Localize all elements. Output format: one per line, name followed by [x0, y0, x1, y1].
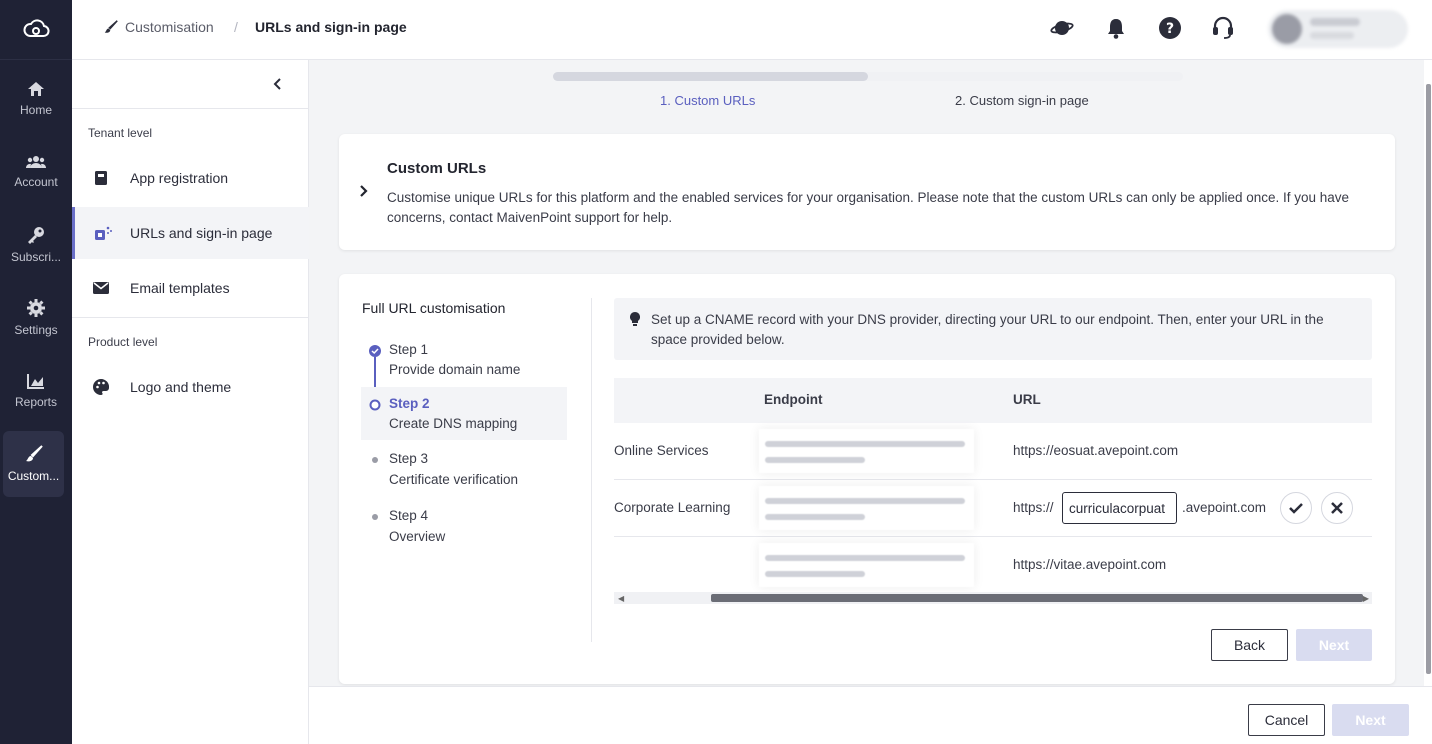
next-button[interactable]: Next: [1296, 629, 1372, 661]
sidenav-item-logo-theme[interactable]: Logo and theme: [72, 361, 309, 413]
scrollbar-thumb[interactable]: [1426, 84, 1431, 674]
url-prefix: https://: [1013, 500, 1054, 515]
help-button[interactable]: ?: [1156, 14, 1184, 42]
page-vertical-scrollbar[interactable]: [1424, 60, 1432, 686]
avatar: [1272, 14, 1302, 44]
app-logo[interactable]: [0, 0, 72, 60]
headset-icon: [1213, 16, 1233, 39]
column-url: URL: [1013, 392, 1041, 407]
cancel-button[interactable]: Cancel: [1248, 704, 1325, 736]
scrollbar-thumb[interactable]: [711, 594, 1363, 602]
current-step-icon: [369, 399, 381, 411]
rail-reports[interactable]: Reports: [0, 360, 72, 422]
wizard-progress-fill: [553, 72, 868, 81]
url-suffix: .avepoint.com: [1182, 500, 1267, 515]
home-icon: [28, 82, 44, 96]
custom-urls-intro-card: Custom URLs Customise unique URLs for th…: [339, 134, 1395, 250]
scroll-right-icon[interactable]: ▶: [1363, 594, 1369, 603]
book-icon: [95, 171, 107, 185]
key-icon: [28, 227, 44, 244]
column-endpoint: Endpoint: [764, 392, 823, 407]
tenant-level-header: Tenant level: [88, 126, 153, 140]
scroll-left-icon[interactable]: ◀: [618, 594, 624, 603]
sidenav-item-urls-sign-in[interactable]: URLs and sign-in page: [72, 207, 309, 259]
step-1[interactable]: Step 1 Provide domain name: [361, 334, 567, 387]
top-bar: Customisation / URLs and sign-in page ?: [72, 0, 1432, 60]
wizard-step-custom-urls[interactable]: 1. Custom URLs: [660, 93, 755, 108]
url-customisation-card: Full URL customisation Step 1 Provide do…: [339, 274, 1395, 684]
help-icon: ?: [1159, 17, 1181, 39]
rail-settings[interactable]: Settings: [0, 287, 72, 349]
rail-home[interactable]: Home: [0, 68, 72, 130]
wizard-progress-bar: [553, 72, 1183, 81]
table-header: Endpoint URL: [614, 378, 1372, 423]
sidenav-item-app-registration[interactable]: App registration: [72, 152, 309, 204]
notifications-button[interactable]: [1102, 14, 1130, 42]
table-row: Corporate Learning https:// .avepoint.co…: [614, 480, 1372, 537]
endpoint-redacted: [759, 486, 974, 530]
table-row: Online Services https://eosuat.avepoint.…: [614, 423, 1372, 480]
brush-icon: [25, 445, 43, 462]
link-icon: [94, 226, 112, 240]
step-3[interactable]: Step 3 Certificate verification: [361, 444, 567, 497]
sidenav-item-email-templates[interactable]: Email templates: [72, 262, 309, 314]
rail-subscription[interactable]: Subscri...: [0, 214, 72, 276]
planet-button[interactable]: [1048, 14, 1076, 42]
rail-customisation[interactable]: Custom...: [3, 431, 64, 497]
chart-icon: [27, 374, 44, 389]
service-name: Online Services: [614, 443, 709, 458]
panel-title: Full URL customisation: [362, 300, 506, 316]
breadcrumb-current: URLs and sign-in page: [255, 19, 407, 35]
step-4[interactable]: Step 4 Overview: [361, 502, 567, 555]
section-title: Custom URLs: [387, 160, 487, 177]
endpoint-redacted: [759, 429, 974, 473]
users-icon: [26, 156, 46, 168]
mail-icon: [93, 282, 109, 294]
breadcrumb-customisation[interactable]: Customisation: [125, 19, 214, 35]
collapse-sidebar-icon[interactable]: [272, 77, 282, 91]
back-button[interactable]: Back: [1211, 629, 1288, 661]
dns-info-banner: Set up a CNAME record with your DNS prov…: [614, 298, 1372, 360]
service-url: https://vitae.avepoint.com: [1013, 557, 1167, 572]
chevron-right-icon[interactable]: [359, 184, 369, 198]
close-icon: [1331, 502, 1343, 514]
check-icon: [1289, 503, 1303, 514]
cloud-logo-icon: [23, 18, 50, 37]
pending-step-icon: [372, 514, 378, 520]
footer-next-button[interactable]: Next: [1332, 704, 1409, 736]
custom-url-input[interactable]: [1062, 492, 1177, 524]
main-content: 1. Custom URLs 2. Custom sign-in page Cu…: [309, 60, 1424, 686]
secondary-sidebar: Tenant level App registration URLs and s…: [72, 60, 309, 744]
endpoint-redacted: [759, 543, 974, 587]
gear-icon: [27, 299, 45, 317]
table-horizontal-scrollbar[interactable]: ◀ ▶: [614, 592, 1372, 604]
breadcrumb-separator: /: [234, 19, 238, 35]
bell-icon: [1108, 19, 1124, 39]
wizard-step-custom-sign-in[interactable]: 2. Custom sign-in page: [955, 93, 1089, 108]
service-url: https://eosuat.avepoint.com: [1013, 443, 1179, 458]
rail-account[interactable]: Account: [0, 141, 72, 203]
brush-icon: [104, 20, 118, 33]
table-row: https://vitae.avepoint.com: [614, 537, 1372, 594]
planet-icon: [1050, 21, 1074, 35]
palette-icon: [93, 379, 109, 395]
service-name: Corporate Learning: [614, 500, 731, 515]
lightbulb-icon: [630, 312, 640, 326]
step-2[interactable]: Step 2 Create DNS mapping: [361, 387, 567, 440]
user-profile-menu[interactable]: [1268, 10, 1408, 48]
pending-step-icon: [372, 457, 378, 463]
section-description: Customise unique URLs for this platform …: [387, 190, 1350, 225]
footer-bar: Cancel Next: [309, 686, 1432, 744]
cancel-url-button[interactable]: [1321, 492, 1353, 524]
confirm-url-button[interactable]: [1280, 492, 1312, 524]
svg-text:?: ?: [1166, 21, 1174, 37]
product-level-header: Product level: [88, 335, 158, 349]
left-rail: Home Account Subscri... Settings Reports…: [0, 0, 72, 744]
check-circle-icon: [369, 345, 381, 357]
support-button[interactable]: [1209, 14, 1237, 42]
